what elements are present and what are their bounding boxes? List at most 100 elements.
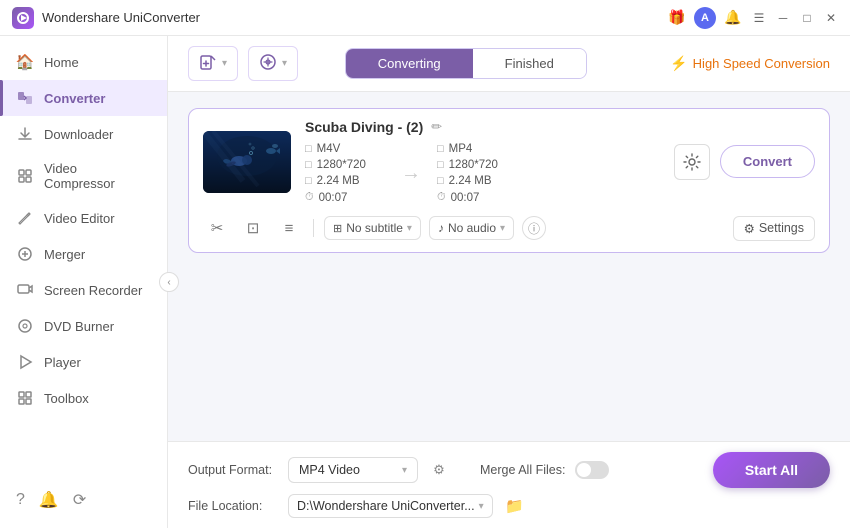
bell-icon[interactable]: 🔔: [724, 9, 742, 27]
dvd-icon: [16, 317, 34, 335]
minimize-button[interactable]: ─: [776, 11, 790, 25]
divider: [313, 219, 314, 237]
subtitle-arrow: ▾: [407, 223, 412, 234]
output-format-row: □ MP4: [437, 143, 527, 155]
high-speed-button[interactable]: ⚡ High Speed Conversion: [670, 55, 830, 72]
source-size: 2.24 MB: [317, 175, 360, 187]
sidebar-item-toolbox[interactable]: Toolbox: [0, 380, 167, 416]
output-clock-icon: ⏱: [437, 191, 446, 204]
output-format: MP4: [449, 143, 473, 155]
file-icon: □: [305, 143, 312, 155]
add-files-arrow: ▾: [222, 58, 227, 69]
output-size-row: □ 2.24 MB: [437, 175, 527, 187]
scissors-icon[interactable]: ✂: [203, 214, 231, 242]
help-icon[interactable]: ?: [16, 491, 25, 509]
info-button[interactable]: ⓘ: [522, 216, 546, 240]
sidebar-item-screen-recorder[interactable]: Screen Recorder: [0, 272, 167, 308]
source-meta: □ M4V □ 1280*720 □ 2.24 MB: [305, 143, 385, 204]
merge-toggle[interactable]: [575, 461, 609, 479]
convert-controls: Convert: [674, 144, 815, 180]
sidebar-item-downloader[interactable]: Downloader: [0, 116, 167, 152]
thumbnail-image: [203, 131, 291, 193]
toolbar: ▾ ▾ Converting Finished ⚡ High Speed Con…: [168, 36, 850, 92]
edit-title-icon[interactable]: ✏: [431, 119, 442, 135]
sidebar-item-home[interactable]: 🏠 Home: [0, 44, 167, 80]
output-format-select[interactable]: MP4 Video ▾: [288, 457, 418, 483]
output-size-icon: □: [437, 175, 444, 187]
output-format-value: MP4 Video: [299, 463, 360, 477]
notification-icon[interactable]: 🔔: [39, 490, 59, 510]
format-settings-icon[interactable]: ⚙: [428, 459, 450, 481]
gift-icon[interactable]: 🎁: [668, 9, 686, 27]
sidebar-item-converter[interactable]: Converter: [0, 80, 167, 116]
size-icon: □: [305, 175, 312, 187]
file-card: Scuba Diving - (2) ✏ □ M4V: [188, 108, 830, 253]
app-title: Wondershare UniConverter: [42, 10, 668, 25]
user-avatar[interactable]: A: [694, 7, 716, 29]
start-all-button[interactable]: Start All: [713, 452, 830, 488]
audio-select[interactable]: ♪ No audio ▾: [429, 216, 514, 240]
output-duration-row: ⏱ 00:07: [437, 191, 527, 204]
sidebar-item-video-editor[interactable]: Video Editor: [0, 200, 167, 236]
home-icon: 🏠: [16, 53, 34, 71]
app-logo: [12, 7, 34, 29]
source-size-row: □ 2.24 MB: [305, 175, 385, 187]
subtitle-select[interactable]: ⊞ No subtitle ▾: [324, 216, 421, 240]
sidebar-item-dvd-burner[interactable]: DVD Burner: [0, 308, 167, 344]
add-dvd-arrow: ▾: [282, 58, 287, 69]
titlebar-actions: 🎁 A 🔔 ☰ ─ □ ✕: [668, 7, 838, 29]
format-arrow-icon: ▾: [402, 465, 407, 476]
clock-icon: ⏱: [305, 191, 314, 204]
dvd-add-icon: [259, 53, 277, 74]
sidebar-item-player[interactable]: Player: [0, 344, 167, 380]
menu-dots-icon[interactable]: ≡: [275, 214, 303, 242]
toolbox-icon: [16, 389, 34, 407]
maximize-button[interactable]: □: [800, 11, 814, 25]
sidebar-bottom: ? 🔔 ⟳: [0, 480, 167, 520]
subtitle-value: No subtitle: [346, 221, 403, 235]
output-meta: □ MP4 □ 1280*720 □ 2.24 MB: [437, 143, 527, 204]
add-files-button[interactable]: ▾: [188, 46, 238, 81]
file-meta: □ M4V □ 1280*720 □ 2.24 MB: [305, 143, 660, 204]
settings-icon: ⚙: [744, 221, 755, 236]
tab-finished[interactable]: Finished: [473, 49, 586, 78]
output-size: 2.24 MB: [449, 175, 492, 187]
settings-gear-button[interactable]: [674, 144, 710, 180]
output-resolution: 1280*720: [449, 159, 498, 171]
main-content: ▾ ▾ Converting Finished ⚡ High Speed Con…: [168, 36, 850, 528]
copy-icon[interactable]: ⊡: [239, 214, 267, 242]
file-location-select[interactable]: D:\Wondershare UniConverter... ▾: [288, 494, 493, 518]
tab-group: Converting Finished: [345, 48, 587, 79]
bottom-bar: Output Format: MP4 Video ▾ ⚙ Merge All F…: [168, 441, 850, 528]
subtitle-icon: ⊞: [333, 222, 342, 235]
menu-icon[interactable]: ☰: [752, 11, 766, 25]
refresh-icon[interactable]: ⟳: [73, 490, 86, 510]
tab-converting[interactable]: Converting: [346, 49, 473, 78]
file-title: Scuba Diving - (2): [305, 119, 423, 135]
sidebar: 🏠 Home Converter Downloader Video: [0, 36, 168, 528]
location-arrow-icon: ▾: [479, 501, 484, 512]
add-dvd-button[interactable]: ▾: [248, 46, 298, 81]
compressor-icon: [16, 167, 34, 185]
source-format-row: □ M4V: [305, 143, 385, 155]
sidebar-item-video-compressor[interactable]: Video Compressor: [0, 152, 167, 200]
output-resolution-row: □ 1280*720: [437, 159, 527, 171]
source-format: M4V: [317, 143, 341, 155]
resolution-icon: □: [305, 159, 312, 171]
close-button[interactable]: ✕: [824, 11, 838, 25]
source-resolution-row: □ 1280*720: [305, 159, 385, 171]
editor-icon: [16, 209, 34, 227]
collapse-sidebar-button[interactable]: ‹: [159, 272, 179, 292]
sidebar-label-toolbox: Toolbox: [44, 391, 89, 406]
lightning-icon: ⚡: [670, 55, 687, 72]
player-icon: [16, 353, 34, 371]
titlebar: Wondershare UniConverter 🎁 A 🔔 ☰ ─ □ ✕: [0, 0, 850, 36]
sidebar-label-merger: Merger: [44, 247, 85, 262]
recorder-icon: [16, 281, 34, 299]
convert-button[interactable]: Convert: [720, 145, 815, 178]
settings-text-button[interactable]: ⚙ Settings: [733, 216, 815, 241]
folder-icon[interactable]: 📁: [503, 494, 527, 518]
sidebar-item-merger[interactable]: Merger: [0, 236, 167, 272]
source-duration-row: ⏱ 00:07: [305, 191, 385, 204]
merger-icon: [16, 245, 34, 263]
